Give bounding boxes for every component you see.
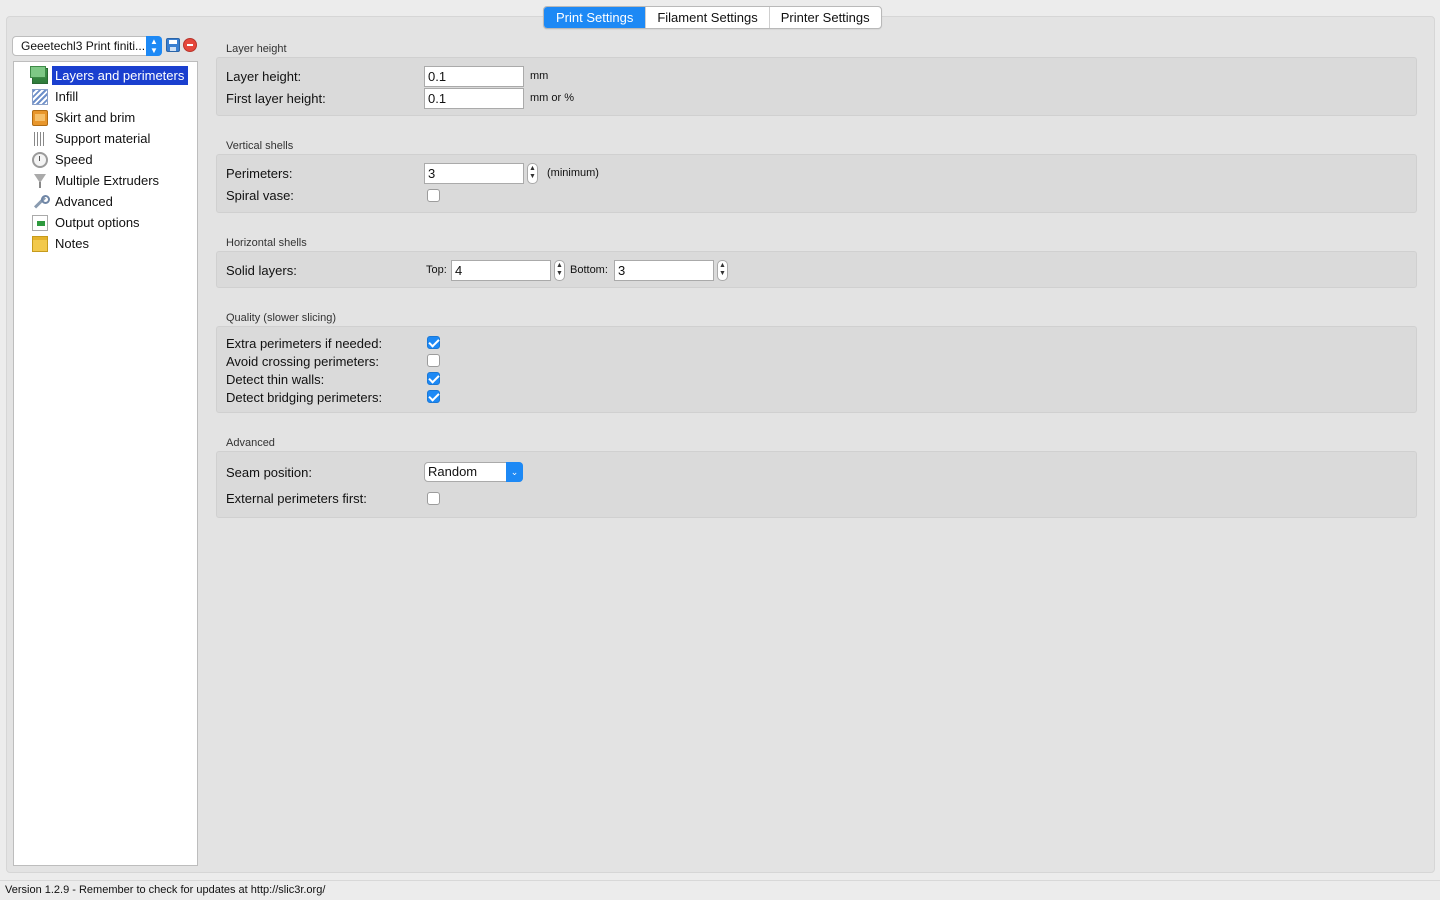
- sidebar-item-label: Output options: [55, 215, 140, 230]
- layer-height-label: Layer height:: [226, 69, 302, 84]
- sidebar-item-label: Speed: [55, 152, 93, 167]
- perimeters-label: Perimeters:: [226, 166, 293, 181]
- spiral-vase-label: Spiral vase:: [226, 188, 294, 203]
- sidebar-item-label: Infill: [55, 89, 79, 104]
- sidebar-item-advanced[interactable]: Advanced: [32, 192, 116, 211]
- save-preset-icon[interactable]: [166, 38, 180, 52]
- sidebar-item-label: Support material: [55, 131, 151, 146]
- seam-position-select[interactable]: Random ⌄: [424, 462, 523, 482]
- vertical-shells-group-title: Vertical shells: [226, 140, 294, 152]
- extra-perimeters-label: Extra perimeters if needed:: [226, 336, 383, 351]
- avoid-crossing-checkbox[interactable]: [427, 354, 440, 367]
- solid-layers-label: Solid layers:: [226, 263, 297, 278]
- perimeters-input[interactable]: 3: [424, 163, 524, 184]
- sidebar-item-label: Multiple Extruders: [55, 173, 160, 188]
- detect-thin-walls-label: Detect thin walls:: [226, 372, 325, 387]
- first-layer-height-unit: mm or %: [530, 92, 574, 104]
- skirt-icon: [32, 109, 48, 126]
- horizontal-shells-group-title: Horizontal shells: [226, 237, 307, 249]
- layers-icon: [30, 65, 48, 84]
- tab-printer-settings[interactable]: Printer Settings: [768, 7, 881, 28]
- advanced-group: [216, 451, 1417, 518]
- tab-print-settings[interactable]: Print Settings: [544, 7, 646, 28]
- chevron-down-icon[interactable]: ⌄: [506, 462, 523, 482]
- settings-tabs: Print Settings Filament Settings Printer…: [543, 6, 882, 29]
- sidebar-item-infill[interactable]: Infill: [32, 87, 81, 106]
- extra-perimeters-checkbox[interactable]: [427, 336, 440, 349]
- status-bar: Version 1.2.9 - Remember to check for up…: [0, 880, 1440, 900]
- speed-icon: [32, 151, 48, 168]
- top-layers-label: Top:: [426, 264, 447, 276]
- sidebar-item-notes[interactable]: Notes: [32, 234, 92, 253]
- quality-group-title: Quality (slower slicing): [226, 312, 337, 324]
- layer-height-group: [216, 57, 1417, 116]
- seam-position-value: Random: [428, 464, 478, 479]
- bottom-layers-label: Bottom:: [570, 264, 608, 276]
- funnel-icon: [32, 173, 48, 189]
- delete-preset-icon[interactable]: [183, 38, 197, 52]
- sidebar-item-label: Layers and perimeters: [52, 66, 189, 85]
- preset-select-arrows-icon[interactable]: ▲ ▼: [146, 36, 162, 56]
- spiral-vase-checkbox[interactable]: [427, 189, 440, 202]
- detect-bridging-label: Detect bridging perimeters:: [226, 390, 383, 405]
- sidebar-item-layers-and-perimeters[interactable]: Layers and perimeters: [30, 65, 189, 85]
- infill-icon: [32, 88, 48, 105]
- external-perimeters-first-checkbox[interactable]: [427, 492, 440, 505]
- layer-height-input[interactable]: 0.1: [424, 66, 524, 87]
- tab-filament-settings[interactable]: Filament Settings: [645, 7, 768, 28]
- bottom-layers-input[interactable]: 3: [614, 260, 714, 281]
- sidebar-item-label: Notes: [55, 236, 89, 251]
- sidebar-item-multiple-extruders[interactable]: Multiple Extruders: [32, 171, 162, 190]
- perimeters-stepper[interactable]: ▲ ▼: [527, 163, 538, 184]
- bottom-layers-stepper[interactable]: ▲ ▼: [717, 260, 728, 281]
- horizontal-shells-group: [216, 251, 1417, 288]
- perimeters-hint: (minimum): [547, 167, 599, 179]
- preset-select[interactable]: Geeetechl3 Print finiti... ▲ ▼: [12, 36, 162, 56]
- first-layer-height-label: First layer height:: [226, 91, 326, 106]
- notes-icon: [32, 235, 48, 252]
- layer-height-group-title: Layer height: [226, 43, 287, 55]
- sidebar-item-skirt-and-brim[interactable]: Skirt and brim: [32, 108, 138, 127]
- avoid-crossing-label: Avoid crossing perimeters:: [226, 354, 379, 369]
- first-layer-height-input[interactable]: 0.1: [424, 88, 524, 109]
- detect-bridging-checkbox[interactable]: [427, 390, 440, 403]
- sidebar-item-output-options[interactable]: Output options: [32, 213, 143, 232]
- layer-height-unit: mm: [530, 70, 549, 82]
- advanced-group-title: Advanced: [226, 437, 275, 449]
- preset-select-value: Geeetechl3 Print finiti...: [21, 39, 146, 53]
- settings-category-tree: Layers and perimeters Infill Skirt and b…: [13, 61, 198, 866]
- quality-group: [216, 326, 1417, 413]
- external-perimeters-first-label: External perimeters first:: [226, 491, 367, 506]
- top-layers-stepper[interactable]: ▲ ▼: [554, 260, 565, 281]
- settings-pane: [6, 16, 1435, 873]
- sidebar-item-speed[interactable]: Speed: [32, 150, 96, 169]
- output-icon: [32, 214, 48, 231]
- sidebar-item-support-material[interactable]: Support material: [32, 129, 153, 148]
- seam-position-label: Seam position:: [226, 465, 312, 480]
- support-icon: [32, 130, 48, 147]
- vertical-shells-group: [216, 154, 1417, 213]
- wrench-icon: [32, 194, 50, 210]
- sidebar-item-label: Skirt and brim: [55, 110, 136, 125]
- top-layers-input[interactable]: 4: [451, 260, 551, 281]
- sidebar-item-label: Advanced: [55, 194, 113, 209]
- detect-thin-walls-checkbox[interactable]: [427, 372, 440, 385]
